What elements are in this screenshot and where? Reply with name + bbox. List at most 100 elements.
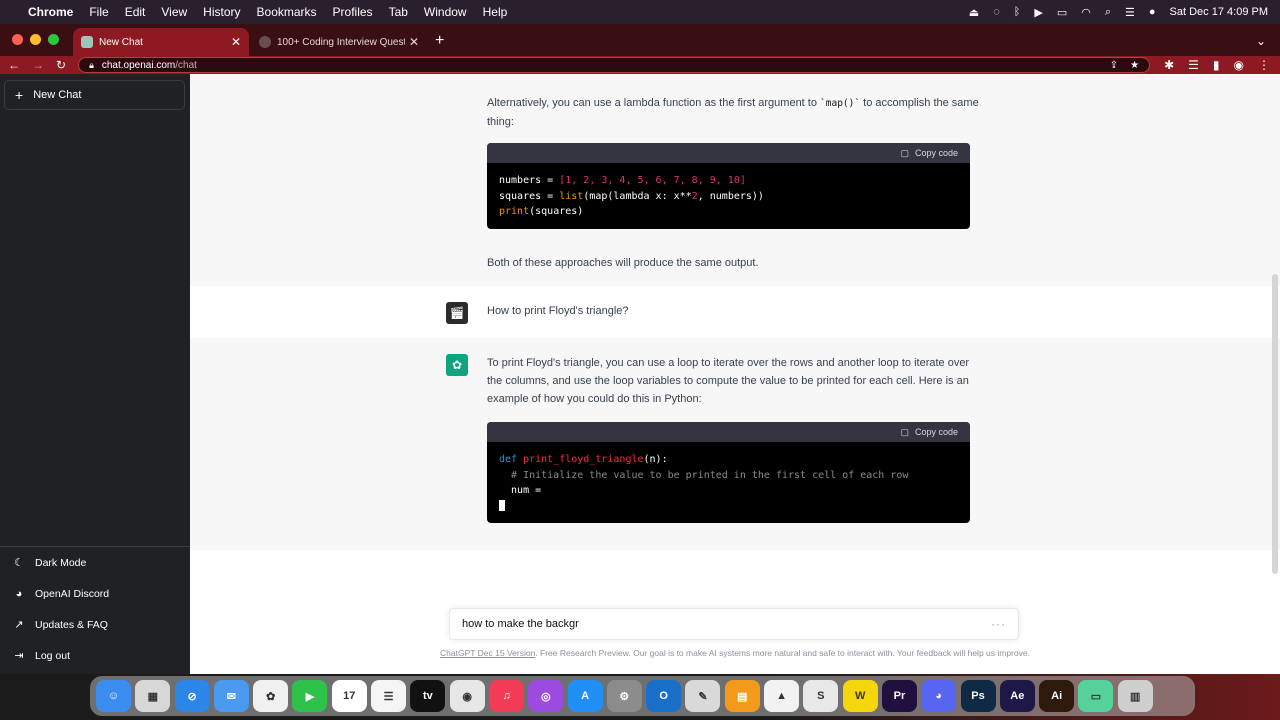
openai-favicon-icon bbox=[81, 36, 93, 48]
dock-app-trash[interactable]: ▥ bbox=[1117, 680, 1153, 712]
dock-app-calendar[interactable]: 17 bbox=[331, 680, 367, 712]
version-link[interactable]: ChatGPT Dec 15 Version bbox=[440, 648, 535, 658]
dock-app-settings[interactable]: ⚙ bbox=[606, 680, 642, 712]
battery-icon[interactable]: ▭ bbox=[1057, 6, 1067, 19]
url-domain: chat.openai.com bbox=[101, 59, 176, 71]
dock-app-finder[interactable]: ☺ bbox=[96, 680, 131, 712]
dock-app-launchpad[interactable]: ▦ bbox=[135, 680, 171, 712]
message-input-value[interactable]: how to make the backgr bbox=[462, 618, 991, 630]
tab-new-chat[interactable]: New Chat ✕ bbox=[73, 28, 249, 56]
control-center-icon[interactable]: ☰ bbox=[1125, 6, 1135, 19]
menu-app-name[interactable]: Chrome bbox=[28, 5, 73, 19]
dock-app-outlook[interactable]: O bbox=[646, 680, 682, 712]
dock-app-discord[interactable]: ◕ bbox=[921, 680, 957, 712]
reload-icon[interactable]: ↻ bbox=[56, 58, 66, 72]
openai-discord-link[interactable]: ◕ OpenAI Discord bbox=[0, 578, 190, 609]
tab-title: New Chat bbox=[99, 36, 143, 48]
tab-coding-questions[interactable]: 100+ Coding Interview Questio ✕ bbox=[251, 28, 427, 56]
dock-app-illustrator[interactable]: Ai bbox=[1039, 680, 1075, 712]
menu-bookmarks[interactable]: Bookmarks bbox=[257, 5, 317, 19]
scrollbar[interactable] bbox=[1272, 274, 1278, 574]
updates-faq-link[interactable]: ↗ Updates & FAQ bbox=[0, 609, 190, 640]
menu-history[interactable]: History bbox=[203, 5, 240, 19]
copy-code-button[interactable]: Copy code bbox=[915, 427, 958, 437]
dock-app-terminal[interactable]: ▭ bbox=[1078, 680, 1114, 712]
copy-code-button[interactable]: Copy code bbox=[915, 148, 958, 158]
side-panel-icon[interactable]: ▮ bbox=[1213, 58, 1220, 72]
code-token: # Initialize the value to be printed in … bbox=[499, 469, 909, 481]
menu-edit[interactable]: Edit bbox=[125, 5, 146, 19]
extensions-puzzle-icon[interactable]: ✱ bbox=[1164, 58, 1174, 72]
dock-app-mail[interactable]: ✉ bbox=[213, 680, 249, 712]
macos-dock: ☺ ▦ ⊘ ✉ ✿ ▶ 17 ☰ tv ◉ ♫ ◎ A ⚙ O ✎ ▤ ▲ S W Pr ◕ Ps Ae Ai ▭ ▥ bbox=[90, 676, 1195, 716]
bluetooth-icon[interactable]: ᛒ bbox=[1014, 6, 1021, 18]
lock-icon[interactable]: 🔒︎ bbox=[89, 60, 94, 71]
reading-list-icon[interactable]: ☰ bbox=[1188, 58, 1199, 72]
dock-app-tv[interactable]: tv bbox=[410, 680, 446, 712]
dock-app-podcasts[interactable]: ◎ bbox=[528, 680, 564, 712]
forward-arrow-icon[interactable]: → bbox=[32, 58, 44, 72]
menu-help[interactable]: Help bbox=[483, 5, 508, 19]
menu-view[interactable]: View bbox=[161, 5, 187, 19]
dock-app-word[interactable]: W bbox=[842, 680, 878, 712]
search-icon[interactable]: ⌕ bbox=[1105, 6, 1111, 19]
minimize-window-button[interactable] bbox=[30, 34, 41, 45]
conversation-area: Alternatively, you can use a lambda func… bbox=[190, 74, 1280, 674]
user-avatar: 🎬︎ bbox=[446, 302, 468, 324]
menu-window[interactable]: Window bbox=[424, 5, 467, 19]
address-bar[interactable]: 🔒︎ chat.openai.com/chat ⇪ ★ bbox=[78, 57, 1151, 73]
code-token: (map(lambda x: x** bbox=[583, 190, 692, 202]
close-window-button[interactable] bbox=[12, 34, 23, 45]
menu-tab[interactable]: Tab bbox=[389, 5, 408, 19]
more-menu-icon[interactable]: ⋮ bbox=[1258, 58, 1270, 72]
bookmark-star-icon[interactable]: ★ bbox=[1130, 60, 1139, 71]
dock-app-reminders[interactable]: ☰ bbox=[371, 680, 407, 712]
dock-app-music[interactable]: ♫ bbox=[488, 680, 524, 712]
code-token: numbers = bbox=[499, 175, 560, 186]
dock-app-after-effects[interactable]: Ae bbox=[999, 680, 1035, 712]
dock-app-app-store[interactable]: A bbox=[567, 680, 603, 712]
wifi-icon[interactable]: ◠ bbox=[1081, 6, 1091, 19]
cleaner-icon[interactable]: ⏏ bbox=[969, 6, 979, 19]
dock-app-photos[interactable]: ✿ bbox=[253, 680, 289, 712]
menubar-datetime[interactable]: Sat Dec 17 4:09 PM bbox=[1170, 6, 1268, 18]
footer-text: . Free Research Preview. Our goal is to … bbox=[535, 648, 1030, 658]
close-tab-icon[interactable]: ✕ bbox=[231, 35, 241, 49]
new-tab-plus-icon[interactable]: + bbox=[435, 32, 444, 50]
message-input[interactable]: how to make the backgr ··· bbox=[449, 608, 1019, 640]
siri-icon[interactable]: ● bbox=[1149, 6, 1156, 18]
lambda-intro-text: Alternatively, you can use a lambda func… bbox=[487, 94, 987, 131]
back-arrow-icon[interactable]: ← bbox=[8, 58, 20, 72]
new-chat-label: New Chat bbox=[33, 89, 82, 101]
updates-label: Updates & FAQ bbox=[35, 618, 108, 631]
tab-search-chevron-icon[interactable]: ⌄ bbox=[1256, 34, 1266, 48]
share-icon[interactable]: ⇪ bbox=[1110, 60, 1118, 71]
new-chat-button[interactable]: + New Chat bbox=[4, 80, 185, 110]
code-content: numbers = [1, 2, 3, 4, 5, 6, 7, 8, 9, 10… bbox=[487, 163, 970, 229]
lambda-intro-part1: Alternatively, you can use a lambda func… bbox=[487, 97, 821, 109]
dock-app-photoshop[interactable]: Ps bbox=[960, 680, 996, 712]
code-token: [1, 2, 3, 4, 5, 6, 7, 8, 9, 10] bbox=[559, 175, 746, 186]
play-icon[interactable]: ▶ bbox=[1034, 6, 1042, 19]
dark-mode-button[interactable]: ☾ Dark Mode bbox=[0, 547, 190, 578]
dock-app-facetime[interactable]: ▶ bbox=[292, 680, 328, 712]
menu-profiles[interactable]: Profiles bbox=[333, 5, 373, 19]
dock-app-safari[interactable]: ⊘ bbox=[174, 680, 210, 712]
dock-app-chrome[interactable]: ◉ bbox=[449, 680, 485, 712]
tab-title: 100+ Coding Interview Questio bbox=[277, 36, 405, 48]
window-controls bbox=[0, 34, 71, 56]
close-tab-icon[interactable]: ✕ bbox=[409, 35, 419, 49]
loading-dots-icon: ··· bbox=[991, 617, 1006, 631]
dock-app-vlc[interactable]: ▲ bbox=[764, 680, 800, 712]
log-out-button[interactable]: ⇥ Log out bbox=[0, 640, 190, 671]
profile-avatar-icon[interactable]: ◉ bbox=[1234, 58, 1244, 72]
creative-cloud-icon[interactable]: ◌ bbox=[993, 6, 1000, 18]
maximize-window-button[interactable] bbox=[48, 34, 59, 45]
logout-icon: ⇥ bbox=[14, 650, 24, 662]
code-token: num = bbox=[499, 485, 542, 496]
dock-app-preview[interactable]: ✎ bbox=[685, 680, 721, 712]
dock-app-premiere[interactable]: Pr bbox=[881, 680, 917, 712]
dock-app-books[interactable]: ▤ bbox=[724, 680, 760, 712]
menu-file[interactable]: File bbox=[89, 5, 108, 19]
dock-app-sublime[interactable]: S bbox=[803, 680, 839, 712]
